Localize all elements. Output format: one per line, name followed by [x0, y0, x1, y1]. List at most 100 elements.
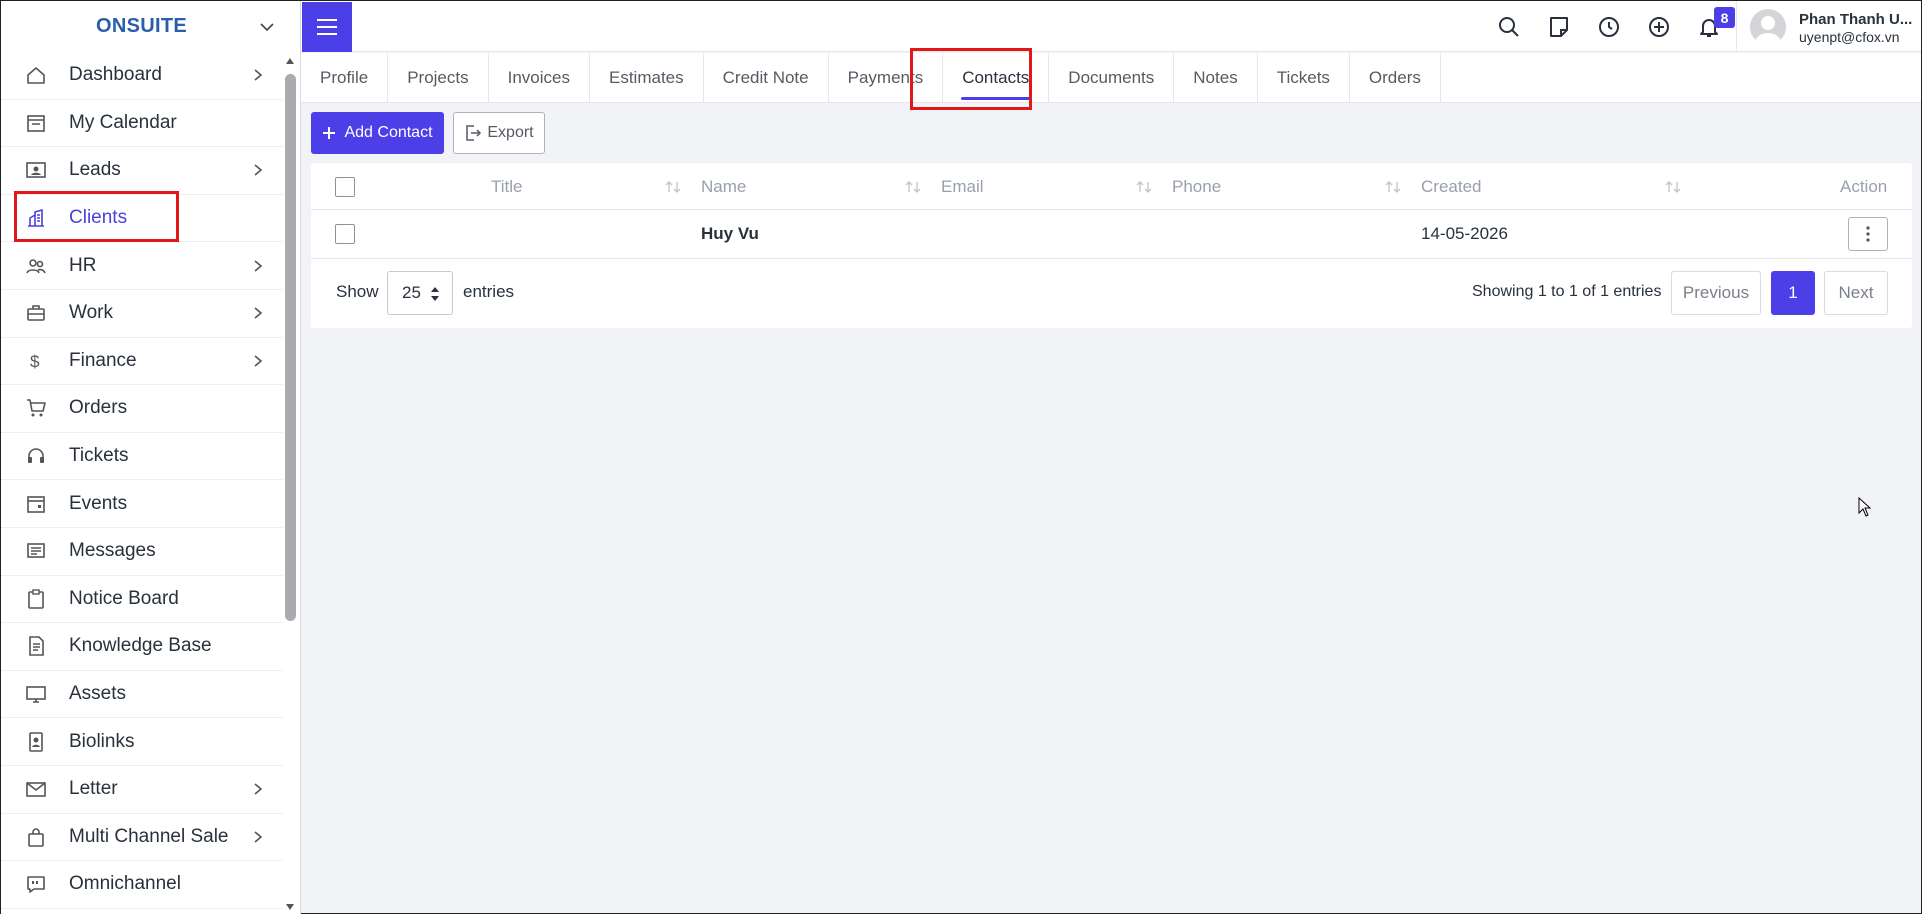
user-email: uyenpt@cfox.vn: [1799, 29, 1900, 45]
brand-header[interactable]: ONSUITE: [1, 1, 300, 52]
sidebar-item-label: Finance: [69, 349, 137, 371]
sidebar-item-biolinks[interactable]: Biolinks: [1, 718, 283, 766]
pagination-info: Showing 1 to 1 of 1 entries: [1472, 283, 1662, 300]
cell-name[interactable]: Huy Vu: [701, 224, 759, 244]
tab-projects[interactable]: Projects: [388, 53, 489, 103]
previous-page-button[interactable]: Previous: [1671, 271, 1761, 315]
select-caret-icon: [431, 287, 439, 301]
add-circle-icon[interactable]: [1647, 15, 1671, 39]
hamburger-menu-button[interactable]: [302, 2, 352, 52]
select-all-checkbox[interactable]: [335, 177, 355, 197]
sidebar-item-letter[interactable]: Letter: [1, 766, 283, 814]
sort-icon[interactable]: [1384, 178, 1402, 196]
sidebar-item-dashboard[interactable]: Dashboard: [1, 52, 283, 100]
sidebar-item-omnichannel[interactable]: Omnichannel: [1, 861, 283, 909]
calendar-icon: [25, 112, 47, 134]
sidebar-item-label: HR: [69, 254, 97, 276]
sidebar-item-label: Multi Channel Sale: [69, 825, 229, 847]
monitor-icon: [25, 683, 47, 705]
sidebar-item-tickets[interactable]: Tickets: [1, 433, 283, 481]
active-tab-indicator: [961, 97, 1031, 100]
tab-estimates[interactable]: Estimates: [590, 53, 704, 103]
tab-label: Payments: [847, 68, 924, 87]
tab-payments[interactable]: Payments: [829, 53, 944, 103]
sidebar-item-label: Work: [69, 302, 113, 324]
headset-icon: [25, 445, 47, 467]
tab-tickets[interactable]: Tickets: [1258, 53, 1350, 103]
chevron-right-icon: [254, 260, 263, 272]
user-name[interactable]: Phan Thanh U...: [1799, 11, 1912, 28]
message-icon: [25, 540, 47, 562]
sidebar-item-label: Dashboard: [69, 64, 162, 86]
avatar[interactable]: [1750, 9, 1786, 45]
scroll-down-icon[interactable]: [285, 902, 295, 912]
sort-icon[interactable]: [1664, 178, 1682, 196]
dollar-icon: $: [25, 350, 47, 372]
sidebar-item-leads[interactable]: Leads: [1, 147, 283, 195]
sidebar-item-clients[interactable]: Clients: [1, 195, 283, 243]
page-size-select[interactable]: 25: [387, 271, 453, 315]
scroll-up-icon[interactable]: [285, 56, 295, 66]
people-icon: [25, 255, 47, 277]
brand-name: ONSUITE: [96, 15, 187, 37]
search-icon[interactable]: [1497, 15, 1521, 39]
sidebar-item-hr[interactable]: HR: [1, 242, 283, 290]
export-button[interactable]: Export: [453, 112, 545, 154]
mouse-cursor-icon: [1858, 497, 1872, 517]
sidebar-item-multi-channel-sale[interactable]: Multi Channel Sale: [1, 814, 283, 862]
table-header: Title Name Email Phone Created Action: [311, 163, 1912, 210]
tab-contacts[interactable]: Contacts: [943, 53, 1050, 103]
sidebar-item-label: Tickets: [69, 445, 129, 467]
column-header-title[interactable]: Title: [491, 177, 523, 197]
tab-label: Documents: [1068, 68, 1155, 87]
page-size-value: 25: [402, 283, 421, 302]
column-header-phone[interactable]: Phone: [1172, 177, 1221, 197]
divider: [1736, 1, 1737, 52]
next-page-button[interactable]: Next: [1824, 271, 1888, 315]
tab-notes[interactable]: Notes: [1174, 53, 1258, 103]
envelope-icon: [25, 778, 47, 800]
sidebar-item-label: Leads: [69, 159, 121, 181]
sidebar-item-assets[interactable]: Assets: [1, 671, 283, 719]
home-icon: [25, 64, 47, 86]
column-header-email[interactable]: Email: [941, 177, 984, 197]
sidebar-item-work[interactable]: Work: [1, 290, 283, 338]
tab-documents[interactable]: Documents: [1049, 53, 1175, 103]
user-silhouette-icon: [1755, 16, 1781, 45]
sidebar-item-events[interactable]: Events: [1, 480, 283, 528]
tab-label: Invoices: [507, 68, 570, 87]
clock-icon[interactable]: [1597, 15, 1621, 39]
sidebar-item-messages[interactable]: Messages: [1, 528, 283, 576]
row-action-button[interactable]: [1848, 217, 1888, 251]
page-button-1[interactable]: 1: [1771, 271, 1815, 315]
tab-orders[interactable]: Orders: [1350, 53, 1441, 103]
sidebar-item-notice-board[interactable]: Notice Board: [1, 576, 283, 624]
kebab-menu-icon: [1866, 226, 1870, 242]
sidebar-item-orders[interactable]: Orders: [1, 385, 283, 433]
sidebar-item-knowledge-base[interactable]: Knowledge Base: [1, 623, 283, 671]
sort-icon[interactable]: [664, 178, 682, 196]
scroll-thumb[interactable]: [285, 74, 296, 621]
tab-invoices[interactable]: Invoices: [489, 53, 590, 103]
column-header-name[interactable]: Name: [701, 177, 746, 197]
sidebar-scrollbar[interactable]: [283, 54, 297, 912]
chevron-down-icon[interactable]: [258, 18, 276, 36]
export-icon: [466, 125, 482, 141]
sort-icon[interactable]: [904, 178, 922, 196]
sidebar-item-my-calendar[interactable]: My Calendar: [1, 100, 283, 148]
column-header-created[interactable]: Created: [1421, 177, 1481, 197]
add-contact-button[interactable]: Add Contact: [311, 112, 444, 154]
tab-label: Estimates: [608, 68, 684, 87]
sidebar-item-label: Omnichannel: [69, 873, 181, 895]
table-row: Huy Vu 14-05-2026: [311, 210, 1912, 259]
badge-icon: [25, 731, 47, 753]
sidebar-item-label: Knowledge Base: [69, 635, 212, 657]
sidebar-item-finance[interactable]: $ Finance: [1, 338, 283, 386]
column-header-action: Action: [1840, 177, 1888, 196]
tab-label: Contacts: [962, 68, 1030, 87]
sort-icon[interactable]: [1135, 178, 1153, 196]
sticky-note-icon[interactable]: [1547, 15, 1571, 39]
tab-profile[interactable]: Profile: [301, 53, 389, 103]
row-checkbox[interactable]: [335, 224, 355, 244]
tab-credit-note[interactable]: Credit Note: [704, 53, 829, 103]
